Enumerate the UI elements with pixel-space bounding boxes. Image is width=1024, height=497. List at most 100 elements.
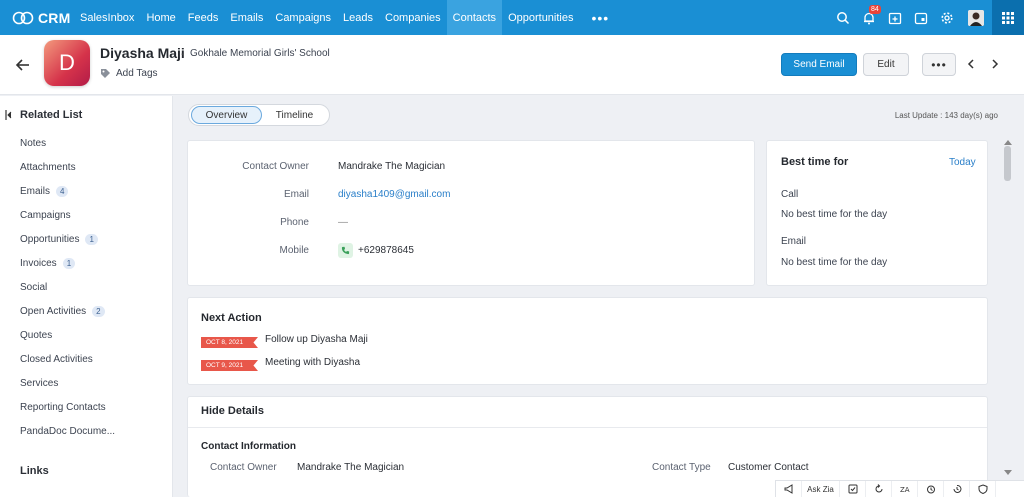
view-tabs: Overview Timeline — [188, 104, 330, 126]
translate-button[interactable]: ZA — [892, 480, 918, 497]
mobile-value[interactable]: +629878645 — [358, 245, 414, 256]
collapse-sidebar-icon[interactable] — [5, 110, 13, 120]
tab-opportunities[interactable]: Opportunities — [502, 0, 579, 35]
sidebar-item-label: PandaDoc Docume... — [20, 425, 116, 437]
history-button[interactable] — [944, 480, 970, 497]
back-arrow-icon[interactable] — [14, 56, 32, 74]
sidebar-item-notes[interactable]: Notes — [20, 135, 46, 151]
sidebar-item-label: Notes — [20, 137, 47, 149]
create-button[interactable] — [882, 0, 908, 35]
send-email-button[interactable]: Send Email — [781, 53, 857, 76]
tab-home[interactable]: Home — [140, 0, 181, 35]
hide-details-toggle[interactable]: Hide Details — [201, 405, 264, 417]
scrollbar-thumb[interactable] — [1004, 146, 1011, 181]
phone-value[interactable]: — — [338, 217, 348, 228]
sidebar-item-label: Quotes — [20, 329, 53, 341]
tab-emails[interactable]: Emails — [224, 0, 269, 35]
sidebar-item-opportunities[interactable]: Opportunities 1 — [20, 231, 98, 247]
details-divider — [188, 427, 987, 428]
previous-record-icon[interactable] — [965, 58, 977, 70]
contact-owner-value[interactable]: Mandrake The Magician — [338, 161, 445, 172]
more-modules-button[interactable]: ••• — [580, 0, 622, 35]
app-grid-button[interactable] — [992, 0, 1024, 35]
quick-note-button[interactable] — [840, 480, 866, 497]
count-badge: 2 — [92, 305, 105, 317]
tab-companies[interactable]: Companies — [379, 0, 447, 35]
next-action-title: Next Action — [201, 312, 262, 324]
next-action-item[interactable]: Follow up Diyasha Maji — [265, 334, 368, 345]
edit-button[interactable]: Edit — [863, 53, 909, 76]
alarm-clock-icon — [926, 485, 935, 494]
tab-salesinbox[interactable]: SalesInbox — [74, 0, 140, 35]
sidebar-item-open-activities[interactable]: Open Activities 2 — [20, 303, 105, 319]
email-best-time-label: Email — [781, 236, 807, 247]
more-actions-button[interactable]: ••• — [922, 53, 956, 76]
ask-zia-button[interactable]: Ask Zia — [802, 480, 840, 497]
details-contact-type-value[interactable]: Customer Contact — [728, 462, 809, 473]
email-value-link[interactable]: diyasha1409@gmail.com — [338, 189, 450, 200]
contact-information-heading: Contact Information — [201, 441, 296, 452]
brand-name: CRM — [38, 9, 71, 26]
sidebar-item-emails[interactable]: Emails 4 — [20, 183, 69, 199]
sidebar-item-label: Attachments — [20, 161, 76, 173]
next-action-item[interactable]: Meeting with Diyasha — [265, 357, 360, 368]
announcement-button[interactable] — [776, 480, 802, 497]
last-update-text: Last Update : 143 day(s) ago — [894, 111, 998, 120]
sidebar-item-quotes[interactable]: Quotes — [20, 327, 52, 343]
feedback-button[interactable] — [970, 480, 996, 497]
scroll-down-arrow-icon[interactable] — [1004, 470, 1012, 475]
search-button[interactable] — [830, 0, 856, 35]
count-badge: 1 — [62, 257, 76, 269]
scroll-up-arrow-icon[interactable] — [1004, 140, 1012, 145]
sidebar-item-label: Opportunities — [20, 233, 80, 245]
add-tags-link[interactable]: Add Tags — [116, 68, 158, 79]
sidebar-item-services[interactable]: Services — [20, 375, 58, 391]
user-photo-icon — [968, 9, 984, 26]
crm-logo-icon — [12, 11, 34, 24]
user-avatar[interactable] — [968, 9, 984, 26]
settings-button[interactable] — [934, 0, 960, 35]
refresh-icon — [875, 484, 882, 493]
tab-leads[interactable]: Leads — [337, 0, 379, 35]
next-record-icon[interactable] — [989, 58, 1001, 70]
details-contact-owner-value[interactable]: Mandrake The Magician — [297, 462, 404, 473]
sidebar-item-closed-activities[interactable]: Closed Activities — [20, 351, 93, 367]
sidebar-item-pandadoc[interactable]: PandaDoc Docume... — [20, 423, 115, 439]
tag-icon — [101, 69, 110, 78]
next-action-date-tag: OCT 9, 2021 — [201, 360, 258, 371]
best-time-day-selector[interactable]: Today — [949, 157, 976, 168]
top-nav-actions: 84 — [830, 0, 1024, 35]
call-mobile-button[interactable] — [338, 243, 353, 258]
sidebar-item-campaigns[interactable]: Campaigns — [20, 207, 71, 223]
name-separator: - — [181, 49, 185, 60]
crm-logo[interactable]: CRM — [0, 0, 74, 35]
contact-name: Diyasha Maji — [100, 45, 185, 61]
recent-items-button[interactable] — [866, 480, 892, 497]
phone-icon — [341, 246, 350, 255]
alarm-button[interactable] — [918, 480, 944, 497]
tab-timeline[interactable]: Timeline — [262, 106, 327, 124]
tab-contacts[interactable]: Contacts — [446, 0, 503, 35]
sidebar-item-reporting-contacts[interactable]: Reporting Contacts — [20, 399, 106, 415]
sidebar-item-social[interactable]: Social — [20, 279, 47, 295]
sidebar-item-attachments[interactable]: Attachments — [20, 159, 76, 175]
tab-feeds[interactable]: Feeds — [182, 0, 225, 35]
translate-icon: ZA — [900, 486, 910, 494]
calendar-plus-icon — [888, 12, 902, 24]
contact-account-name[interactable]: Gokhale Memorial Girls' School — [190, 48, 330, 59]
tab-overview[interactable]: Overview — [191, 106, 262, 124]
calendar-icon — [914, 12, 928, 24]
megaphone-icon — [784, 484, 792, 494]
details-contact-type-label: Contact Type — [652, 462, 711, 473]
sidebar-item-invoices[interactable]: Invoices 1 — [20, 255, 76, 271]
notification-count-badge: 84 — [869, 5, 881, 14]
record-header: D Diyasha Maji - Gokhale Memorial Girls'… — [0, 35, 1024, 95]
related-list-sidebar: Related List Notes Attachments Emails 4 C… — [0, 96, 173, 497]
related-list-title: Related List — [20, 109, 83, 121]
calendar-button[interactable] — [908, 0, 934, 35]
email-best-time-value: No best time for the day — [781, 257, 888, 268]
links-section-title: Links — [20, 465, 49, 477]
search-icon — [837, 11, 850, 24]
notifications-button[interactable]: 84 — [856, 0, 882, 35]
tab-campaigns[interactable]: Campaigns — [269, 0, 337, 35]
